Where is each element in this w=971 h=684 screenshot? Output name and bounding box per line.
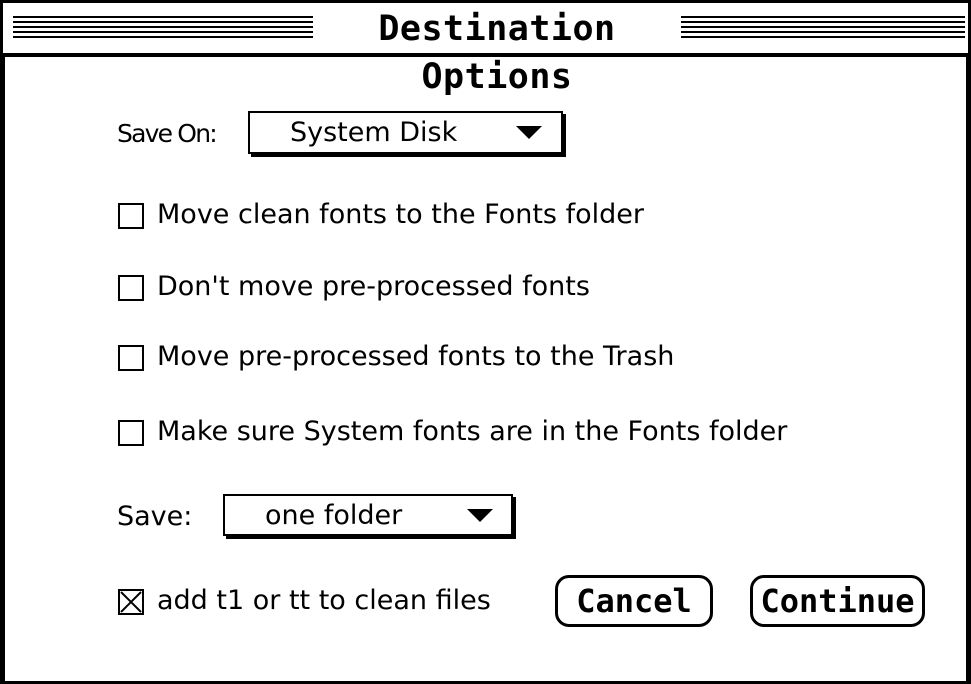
checkbox-add-suffix[interactable]	[118, 589, 144, 615]
save-on-selected-value: System Disk	[290, 117, 458, 148]
option-label: Make sure System fonts are in the Fonts …	[157, 416, 788, 447]
dropdown-arrow-icon	[516, 126, 542, 139]
title-bar-stripes-left	[13, 16, 313, 40]
continue-button[interactable]: Continue	[750, 575, 925, 627]
option-label: add t1 or tt to clean files	[157, 585, 491, 616]
save-selected-value: one folder	[265, 500, 403, 531]
save-on-label: Save On:	[117, 119, 218, 148]
save-popup[interactable]: one folder	[223, 494, 513, 536]
option-label: Don't move pre-processed fonts	[157, 271, 590, 302]
destination-options-dialog: Destination Options Save On: System Disk…	[0, 0, 971, 684]
dropdown-arrow-icon	[467, 509, 493, 522]
option-label: Move clean fonts to the Fonts folder	[157, 199, 644, 230]
save-label: Save:	[117, 501, 193, 532]
option-label: Move pre-processed fonts to the Trash	[157, 341, 675, 372]
title-bar-stripes-right	[681, 16, 965, 40]
window-title: Destination Options	[378, 9, 616, 97]
checkbox-dont-move-preprocessed[interactable]	[118, 275, 144, 301]
checkbox-system-fonts[interactable]	[118, 420, 144, 446]
checkbox-move-preprocessed-trash[interactable]	[118, 345, 144, 371]
checkbox-move-clean-fonts[interactable]	[118, 203, 144, 229]
checkmark-x-icon	[120, 591, 142, 613]
save-on-popup[interactable]: System Disk	[248, 111, 563, 154]
cancel-button[interactable]: Cancel	[555, 575, 713, 627]
title-bar[interactable]: Destination Options	[0, 0, 971, 97]
dialog-content: Save On: System Disk Move clean fonts to…	[0, 57, 971, 684]
